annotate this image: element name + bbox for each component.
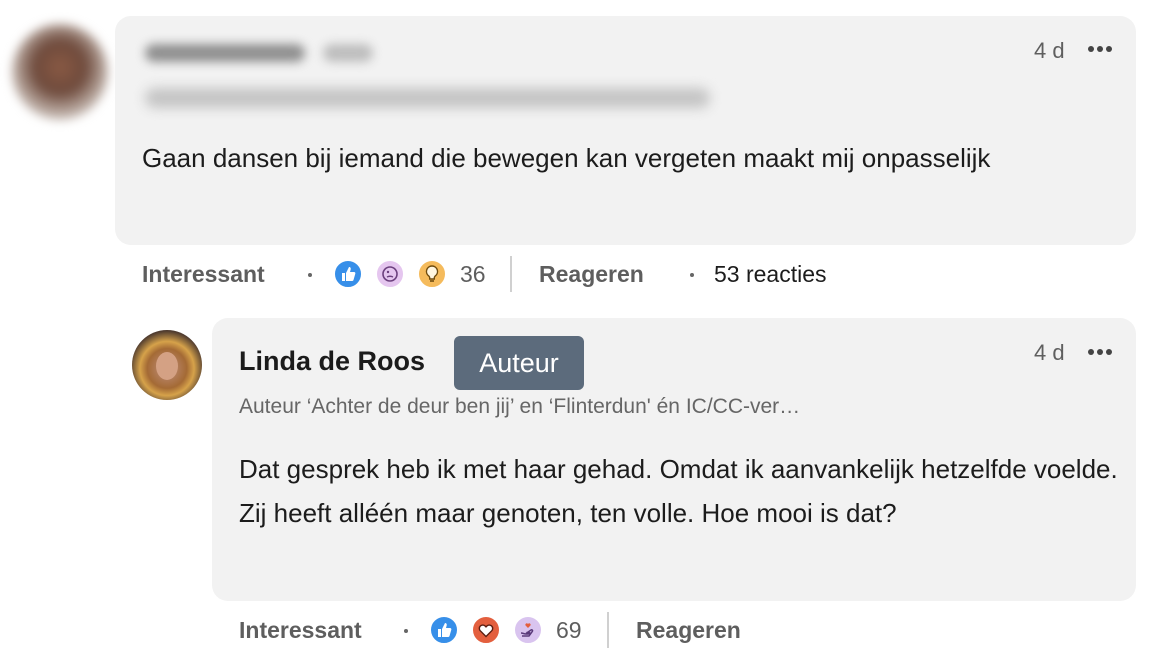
author-avatar[interactable] (132, 330, 202, 400)
comment-text: Gaan dansen bij iemand die bewegen kan v… (142, 143, 991, 173)
reply-reply-button[interactable]: Reageren (636, 617, 741, 644)
replies-count-link[interactable]: 53 reacties (714, 261, 827, 288)
support-icon[interactable] (513, 615, 543, 645)
reply-author-name[interactable]: Linda de Roos (239, 346, 425, 377)
like-icon[interactable] (429, 615, 459, 645)
separator-dot (308, 273, 312, 277)
reply-author-headline: Auteur ‘Achter de deur ben jij’ en ‘Flin… (239, 395, 801, 418)
separator-dot (690, 273, 694, 277)
comment-like-button[interactable]: Interessant (142, 261, 265, 288)
comment-reaction-count[interactable]: 36 (460, 261, 486, 288)
commenter-name-blurred[interactable] (145, 44, 385, 72)
author-badge: Auteur (454, 336, 584, 390)
divider (510, 256, 512, 292)
reply-more-options-icon[interactable] (1088, 349, 1112, 355)
like-icon[interactable] (333, 259, 363, 289)
reply-timestamp: 4 d (1034, 340, 1065, 365)
curious-icon[interactable] (375, 259, 405, 289)
comment-more-options-icon[interactable] (1088, 46, 1112, 52)
separator-dot (404, 629, 408, 633)
commenter-avatar[interactable] (12, 24, 108, 120)
insightful-icon[interactable] (417, 259, 447, 289)
love-icon[interactable] (471, 615, 501, 645)
divider (607, 612, 609, 648)
reply-text: Dat gesprek heb ik met haar gehad. Omdat… (239, 454, 1118, 528)
comment-timestamp: 4 d (1034, 38, 1065, 63)
reply-reaction-count[interactable]: 69 (556, 617, 582, 644)
reply-like-button[interactable]: Interessant (239, 617, 362, 644)
commenter-headline-blurred (145, 88, 710, 108)
comment-reply-button[interactable]: Reageren (539, 261, 644, 288)
